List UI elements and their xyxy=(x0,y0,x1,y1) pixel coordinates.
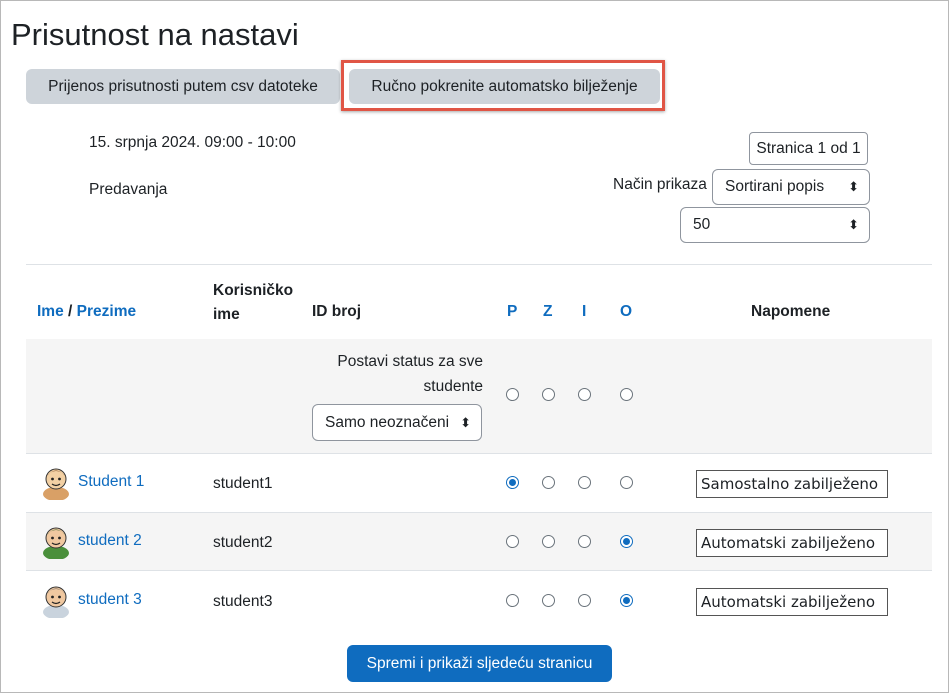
divider xyxy=(26,453,932,454)
divider xyxy=(26,570,932,571)
csv-upload-tab[interactable]: Prijenos prisutnosti putem csv datoteke xyxy=(26,69,340,104)
save-next-page-button[interactable]: Spremi i prikaži sljedeću stranicu xyxy=(347,645,612,682)
view-mode-select[interactable]: Sortirani popis ⬍ xyxy=(712,169,870,205)
header-status-i[interactable]: I xyxy=(582,303,586,321)
header-separator: / xyxy=(68,303,73,320)
set-all-radio-z[interactable] xyxy=(542,388,555,401)
status-radio-z[interactable] xyxy=(542,594,555,607)
divider xyxy=(26,512,932,513)
student-username: student1 xyxy=(213,475,273,492)
remark-input[interactable]: Automatski zabilježeno xyxy=(696,588,888,616)
divider xyxy=(26,264,932,265)
per-page-value: 50 xyxy=(693,216,711,233)
student-name-link[interactable]: Student 1 xyxy=(78,473,144,491)
session-type: Predavanja xyxy=(89,181,168,198)
set-all-scope-value: Samo neoznačeni xyxy=(325,414,450,431)
auto-record-tab[interactable]: Ručno pokrenite automatsko bilježenje xyxy=(349,69,660,104)
page-indicator[interactable]: Stranica 1 od 1 xyxy=(749,132,868,165)
view-mode-label: Način prikaza xyxy=(613,176,707,193)
status-radio-p[interactable] xyxy=(506,594,519,607)
status-radio-i[interactable] xyxy=(578,535,591,548)
student-username: student2 xyxy=(213,534,273,551)
view-mode-value: Sortirani popis xyxy=(725,178,825,195)
remark-input[interactable]: Automatski zabilježeno xyxy=(696,529,888,557)
status-radio-o[interactable] xyxy=(620,594,633,607)
page-title: Prisutnost na nastavi xyxy=(11,17,299,52)
status-radio-o[interactable] xyxy=(620,476,633,489)
header-status-p[interactable]: P xyxy=(507,303,517,321)
select-arrows-icon: ⬍ xyxy=(848,217,859,232)
header-username: Korisničko ime xyxy=(213,282,294,323)
header-id-number: ID broj xyxy=(312,303,362,320)
select-arrows-icon: ⬍ xyxy=(460,415,471,430)
student-avatar-icon xyxy=(40,464,72,501)
header-status-o[interactable]: O xyxy=(620,303,632,321)
student-avatar-icon xyxy=(40,582,72,619)
set-all-scope-select[interactable]: Samo neoznačeni ⬍ xyxy=(312,404,482,441)
status-radio-i[interactable] xyxy=(578,476,591,489)
sort-first-name-link[interactable]: Ime xyxy=(37,303,64,320)
select-arrows-icon: ⬍ xyxy=(848,179,859,194)
set-all-label: Postavi status za sve studente xyxy=(337,353,483,395)
status-radio-z[interactable] xyxy=(542,535,555,548)
student-name-link[interactable]: student 2 xyxy=(78,532,142,550)
status-radio-p[interactable] xyxy=(506,535,519,548)
set-all-radio-i[interactable] xyxy=(578,388,591,401)
header-name: Ime / Prezime xyxy=(37,303,136,321)
status-radio-o[interactable] xyxy=(620,535,633,548)
header-remarks: Napomene xyxy=(751,303,831,320)
status-radio-i[interactable] xyxy=(578,594,591,607)
set-all-radio-o[interactable] xyxy=(620,388,633,401)
header-status-z[interactable]: Z xyxy=(543,303,552,321)
remark-input[interactable]: Samostalno zabilježeno xyxy=(696,470,888,498)
session-date: 15. srpnja 2024. 09:00 - 10:00 xyxy=(89,134,296,151)
student-username: student3 xyxy=(213,593,273,610)
set-all-radio-p[interactable] xyxy=(506,388,519,401)
status-radio-p[interactable] xyxy=(506,476,519,489)
status-radio-z[interactable] xyxy=(542,476,555,489)
sort-last-name-link[interactable]: Prezime xyxy=(77,303,136,320)
student-name-link[interactable]: student 3 xyxy=(78,591,142,609)
per-page-select[interactable]: 50 ⬍ xyxy=(680,207,870,243)
student-avatar-icon xyxy=(40,523,72,560)
